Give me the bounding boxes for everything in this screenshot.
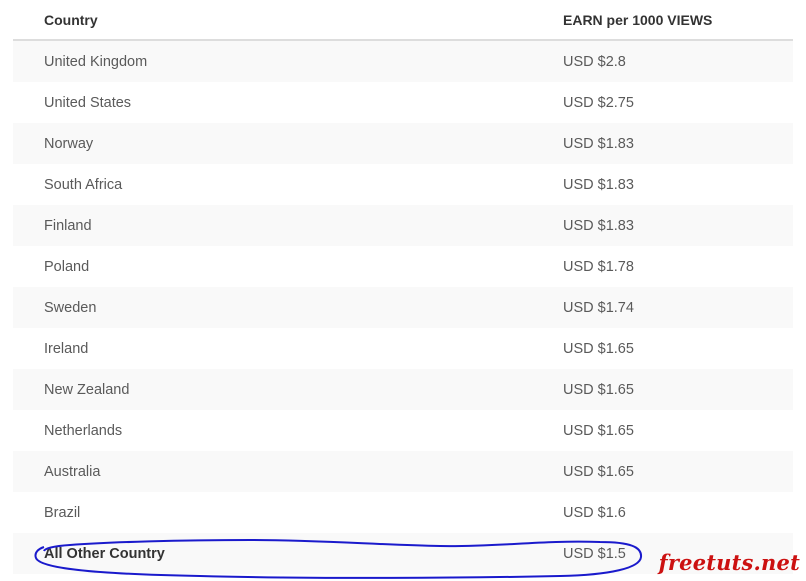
table-header: Country EARN per 1000 VIEWS <box>13 0 793 41</box>
country-cell: New Zealand <box>44 381 130 398</box>
watermark-logo: freetuts.net <box>658 550 800 575</box>
table-row: Australia USD $1.65 <box>13 451 793 492</box>
table-row: Finland USD $1.83 <box>13 205 793 246</box>
earn-cell: USD $1.83 <box>563 217 634 234</box>
earn-cell: USD $1.5 <box>563 545 626 562</box>
earn-cell: USD $1.78 <box>563 258 634 275</box>
country-cell: United Kingdom <box>44 53 148 70</box>
table-row: New Zealand USD $1.65 <box>13 369 793 410</box>
earnings-table: Country EARN per 1000 VIEWS United Kingd… <box>13 0 793 574</box>
country-cell: United States <box>44 94 132 111</box>
earn-cell: USD $1.83 <box>563 135 634 152</box>
column-header-country: Country <box>44 11 98 28</box>
earn-cell: USD $1.65 <box>563 463 634 480</box>
table-row: South Africa USD $1.83 <box>13 164 793 205</box>
table-row: Ireland USD $1.65 <box>13 328 793 369</box>
earn-cell: USD $2.8 <box>563 53 626 70</box>
table-body: United Kingdom USD $2.8 United States USD $… <box>13 41 793 574</box>
table-row: Brazil USD $1.6 <box>13 492 793 533</box>
earn-cell: USD $1.65 <box>563 340 634 357</box>
country-cell: Finland <box>44 217 92 234</box>
country-cell: All Other Country <box>44 545 165 562</box>
column-header-earn: EARN per 1000 VIEWS <box>563 11 713 28</box>
country-cell: Netherlands <box>44 422 123 439</box>
table-row: Poland USD $1.78 <box>13 246 793 287</box>
earn-cell: USD $1.83 <box>563 176 634 193</box>
table-row: Norway USD $1.83 <box>13 123 793 164</box>
earn-cell: USD $1.74 <box>563 299 634 316</box>
country-cell: South Africa <box>44 176 123 193</box>
earn-cell: USD $1.65 <box>563 422 634 439</box>
earn-cell: USD $1.65 <box>563 381 634 398</box>
country-cell: Australia <box>44 463 101 480</box>
earn-cell: USD $2.75 <box>563 94 634 111</box>
country-cell: Ireland <box>44 340 89 357</box>
country-cell: Norway <box>44 135 94 152</box>
table-row: Sweden USD $1.74 <box>13 287 793 328</box>
table-row: Netherlands USD $1.65 <box>13 410 793 451</box>
table-row: United States USD $2.75 <box>13 82 793 123</box>
country-cell: Poland <box>44 258 90 275</box>
table-row: United Kingdom USD $2.8 <box>13 41 793 82</box>
country-cell: Brazil <box>44 504 81 521</box>
earn-cell: USD $1.6 <box>563 504 626 521</box>
country-cell: Sweden <box>44 299 97 316</box>
